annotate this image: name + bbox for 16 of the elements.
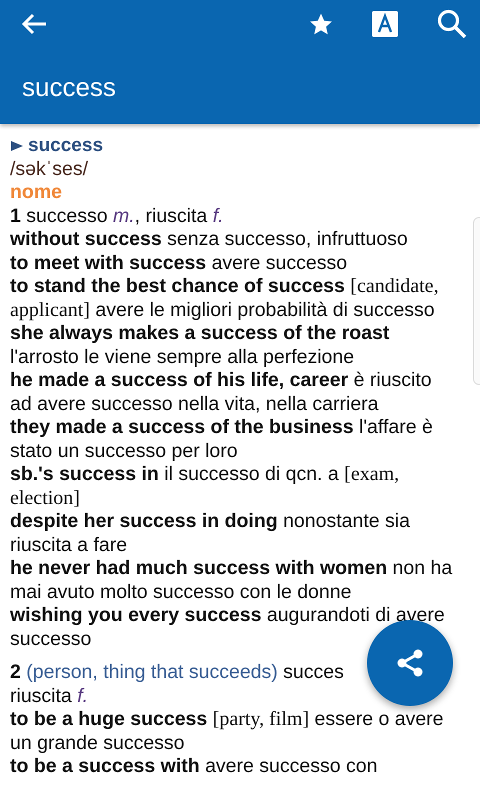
example-line: wishing you every success augurandoti di avere successo [10,604,446,651]
font-size-icon[interactable] [372,11,398,37]
search-icon[interactable] [436,8,468,40]
sense-line: 2 (person, thing that succeeds) succes riuscita f. [10,661,345,708]
back-button[interactable] [20,12,48,36]
page-title: success [21,72,117,104]
triangle-icon [10,140,24,152]
part-of-speech: nome [10,181,64,204]
share-button[interactable] [367,620,453,706]
pronunciation: /səkˈses/ [10,158,90,181]
headword: success [28,134,104,158]
example-line: to be a success with avere successo con [10,755,378,778]
sense-line: 1 successo m., riuscita f. [10,204,225,228]
favorite-star-icon[interactable] [308,12,334,36]
example-line: without success senza successo, infruttuoso [10,228,409,252]
example-line: to meet with success avere successo [10,252,348,275]
